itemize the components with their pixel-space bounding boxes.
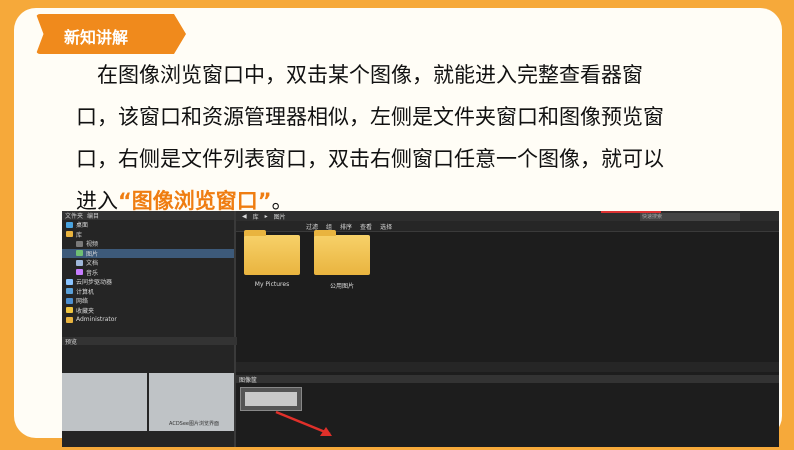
- paragraph-line-2: 口，该窗口和资源管理器相似，左侧是文件夹窗口和图像预览窗: [76, 105, 664, 129]
- tree-item-label: 文档: [86, 260, 99, 268]
- tree-item[interactable]: Administrator: [62, 315, 234, 325]
- tab-catalog[interactable]: 编目: [87, 211, 99, 220]
- folder-label: 公用图片: [329, 283, 354, 290]
- tree-item[interactable]: 收藏夹: [62, 306, 234, 316]
- desktop-icon: [66, 221, 73, 228]
- breadcrumb-chevron-icon: ▸: [264, 212, 268, 220]
- picture-icon: [76, 250, 83, 257]
- paragraph-line-1: 在图像浏览窗口中，双击某个图像，就能进入完整查看器窗: [97, 63, 643, 87]
- computer-icon: [66, 288, 73, 295]
- image-basket-header: 图像筐: [236, 375, 779, 384]
- tree-item[interactable]: 文档: [62, 258, 234, 268]
- tree-item-label: 音乐: [86, 269, 99, 277]
- section-badge: 新知讲解: [36, 14, 186, 54]
- toolbar-select[interactable]: 选择: [380, 222, 392, 231]
- section-badge-label: 新知讲解: [64, 28, 129, 47]
- lesson-paragraph: 在图像浏览窗口中，双击某个图像，就能进入完整查看器窗 口，该窗口和资源管理器相似…: [76, 54, 746, 222]
- toolbar-sort[interactable]: 排序: [340, 222, 352, 231]
- tree-item[interactable]: 视频: [62, 239, 234, 249]
- preview-caption: ACDSee图片浏览界面: [169, 421, 220, 427]
- video-icon: [76, 240, 83, 247]
- tree-item-label: Administrator: [76, 316, 117, 324]
- music-icon: [76, 269, 83, 276]
- tree-item[interactable]: 云同步驱动器: [62, 277, 234, 287]
- breadcrumb-pictures[interactable]: 图片: [274, 212, 286, 221]
- preview-header: 预览: [62, 337, 237, 346]
- folder-pane: 文件夹 编目 桌面库视频 图片文档 音乐云同步驱动器 计算机网络 收藏夹 Administ…: [62, 211, 237, 447]
- tree-item-label: 桌面: [76, 222, 89, 230]
- cloud-icon: [66, 278, 73, 285]
- folder-grid: My Pictures 公用图片: [242, 230, 372, 290]
- tree-item[interactable]: 音乐: [62, 268, 234, 278]
- acdsee-screenshot: 文件夹 编目 桌面库视频 图片 文档 音乐 云同步驱动器 计算机 网络 收藏夹 Administ…: [62, 211, 779, 447]
- paragraph-line-3: 口，右侧是文件列表窗口，双击右侧窗口任意一个图像，就可以: [76, 147, 664, 171]
- tree-item-label: 计算机: [76, 288, 95, 296]
- breadcrumb-library[interactable]: 库: [253, 212, 259, 221]
- tree-item-label: 库: [76, 231, 83, 239]
- user-folder-icon: [66, 316, 73, 323]
- preview-thumbnails: ACDSee图片浏览界面: [62, 373, 234, 431]
- tree-item[interactable]: 图片: [62, 248, 234, 258]
- preview-thumb-1[interactable]: [62, 373, 147, 431]
- tree-item[interactable]: 库: [62, 230, 234, 240]
- folder-icon: [244, 230, 300, 275]
- library-icon: [66, 231, 73, 238]
- folder-pane-tabs: 文件夹 编目: [62, 211, 234, 220]
- folder-icon: [314, 230, 370, 275]
- view-control-bar: [236, 362, 779, 372]
- toolbar-view[interactable]: 查看: [360, 222, 372, 231]
- tree-item-label: 视频: [86, 241, 99, 249]
- folder-tile[interactable]: My Pictures: [242, 230, 302, 290]
- tab-folders[interactable]: 文件夹: [65, 211, 83, 220]
- paragraph-line-4-suffix: 。: [271, 189, 293, 213]
- tree-item[interactable]: 桌面: [62, 220, 234, 230]
- basket-thumbnail[interactable]: [240, 387, 302, 411]
- paragraph-line-4-prefix: 进入: [76, 189, 118, 213]
- document-icon: [76, 259, 83, 266]
- network-icon: [66, 297, 73, 304]
- tree-item[interactable]: 网络: [62, 296, 234, 306]
- highlight-term: “图像浏览窗口”: [118, 189, 272, 213]
- tree-item-label: 收藏夹: [76, 307, 95, 315]
- folder-label: My Pictures: [254, 281, 290, 288]
- folder-tree: 桌面库视频 图片文档 音乐云同步驱动器 计算机网络 收藏夹 Administrator: [62, 220, 234, 325]
- tree-item-label: 图片: [86, 250, 99, 258]
- favorites-icon: [66, 307, 73, 314]
- tree-item-label: 云同步驱动器: [76, 279, 113, 287]
- search-input[interactable]: 快速搜索: [640, 213, 740, 221]
- back-icon[interactable]: ◀: [242, 213, 247, 220]
- preview-thumb-2[interactable]: ACDSee图片浏览界面: [149, 373, 234, 431]
- folder-tile[interactable]: 公用图片: [312, 230, 372, 290]
- tree-item[interactable]: 计算机: [62, 287, 234, 297]
- tree-item-label: 网络: [76, 298, 89, 306]
- file-list-pane: ◀ 库 ▸ 图片 快速搜索 过滤 组 排序 查看 选择 My Pictures …: [236, 211, 779, 447]
